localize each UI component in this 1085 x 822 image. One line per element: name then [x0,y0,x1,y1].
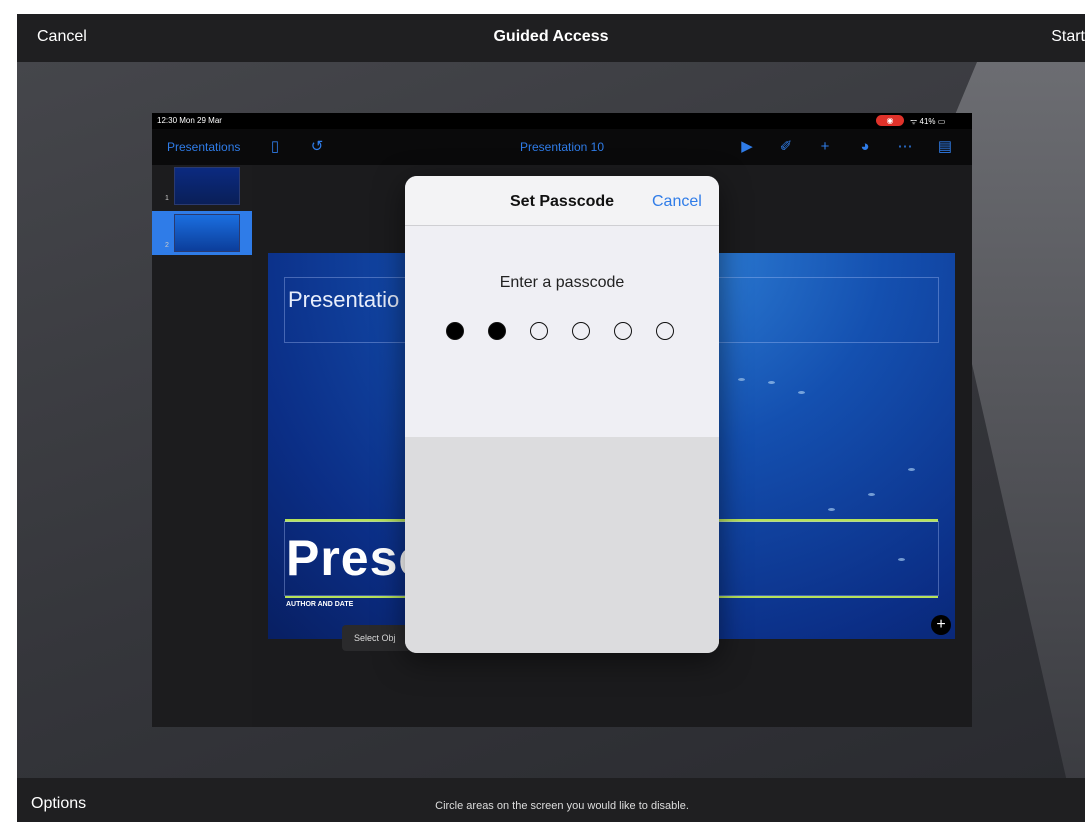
passcode-dot [572,322,590,340]
dialog-header: Set Passcode Cancel [405,176,719,226]
slide-title: Presentatio [288,287,400,312]
set-passcode-dialog: Set Passcode Cancel Enter a passcode [405,176,719,653]
passcode-prompt: Enter a passcode [499,274,625,291]
fish-decoration [828,508,835,511]
slide-navigator: 1 2 + [152,165,252,727]
page-title: Guided Access [493,28,609,45]
plus-icon[interactable]: + [815,137,835,157]
instruction-text: Circle areas on the screen you would lik… [435,800,689,812]
brush-icon[interactable]: ✐ [776,137,796,157]
add-object-icon[interactable]: + [931,615,951,635]
slide-thumbnail-1[interactable] [174,167,240,205]
dialog-cancel-button[interactable]: Cancel [652,193,702,211]
document-icon[interactable]: ▤ [935,137,955,157]
recording-indicator-icon: ◉ [876,115,904,126]
fish-decoration [738,378,745,381]
wifi-icon: ᯤ [910,117,920,126]
battery-percent: 41% [919,117,936,126]
bottom-bar: Options Circle areas on the screen you w… [17,778,1085,822]
slide-number: 1 [165,195,169,202]
play-icon[interactable]: ▶ [737,137,757,157]
keypad-area[interactable] [405,437,719,653]
battery-indicator: ᯤ 41% ▭ [910,117,946,126]
start-button[interactable]: Start [1051,28,1085,46]
dialog-title: Set Passcode [510,193,615,210]
fish-decoration [868,493,875,496]
passcode-dot [446,322,464,340]
status-bar: 12:30 Mon 29 Mar ◉ ᯤ 41% ▭ [152,113,972,129]
top-bar: Cancel Guided Access Start [17,14,1085,62]
select-objects-hint: Select Obj [342,625,412,651]
fish-decoration [798,391,805,394]
passcode-dot [614,322,632,340]
fish-decoration [768,381,775,384]
passcode-dot [656,322,674,340]
passcode-dot [488,322,506,340]
passcode-entry: Enter a passcode [405,226,719,437]
document-title: Presentation 10 [519,140,605,154]
passcode-dot [530,322,548,340]
keynote-toolbar: Presentations ▯ ↺ Presentation 10 ▶ ✐ + … [152,129,972,165]
slide-thumbnail-2[interactable] [174,214,240,252]
author-and-date: AUTHOR AND DATE [286,601,354,608]
more-icon[interactable]: ⋯ [895,137,915,157]
status-time: 12:30 Mon 29 Mar [157,116,222,125]
fish-decoration [908,468,915,471]
slide-number: 2 [165,242,169,249]
collaborate-icon[interactable]: ◕ [855,137,875,157]
